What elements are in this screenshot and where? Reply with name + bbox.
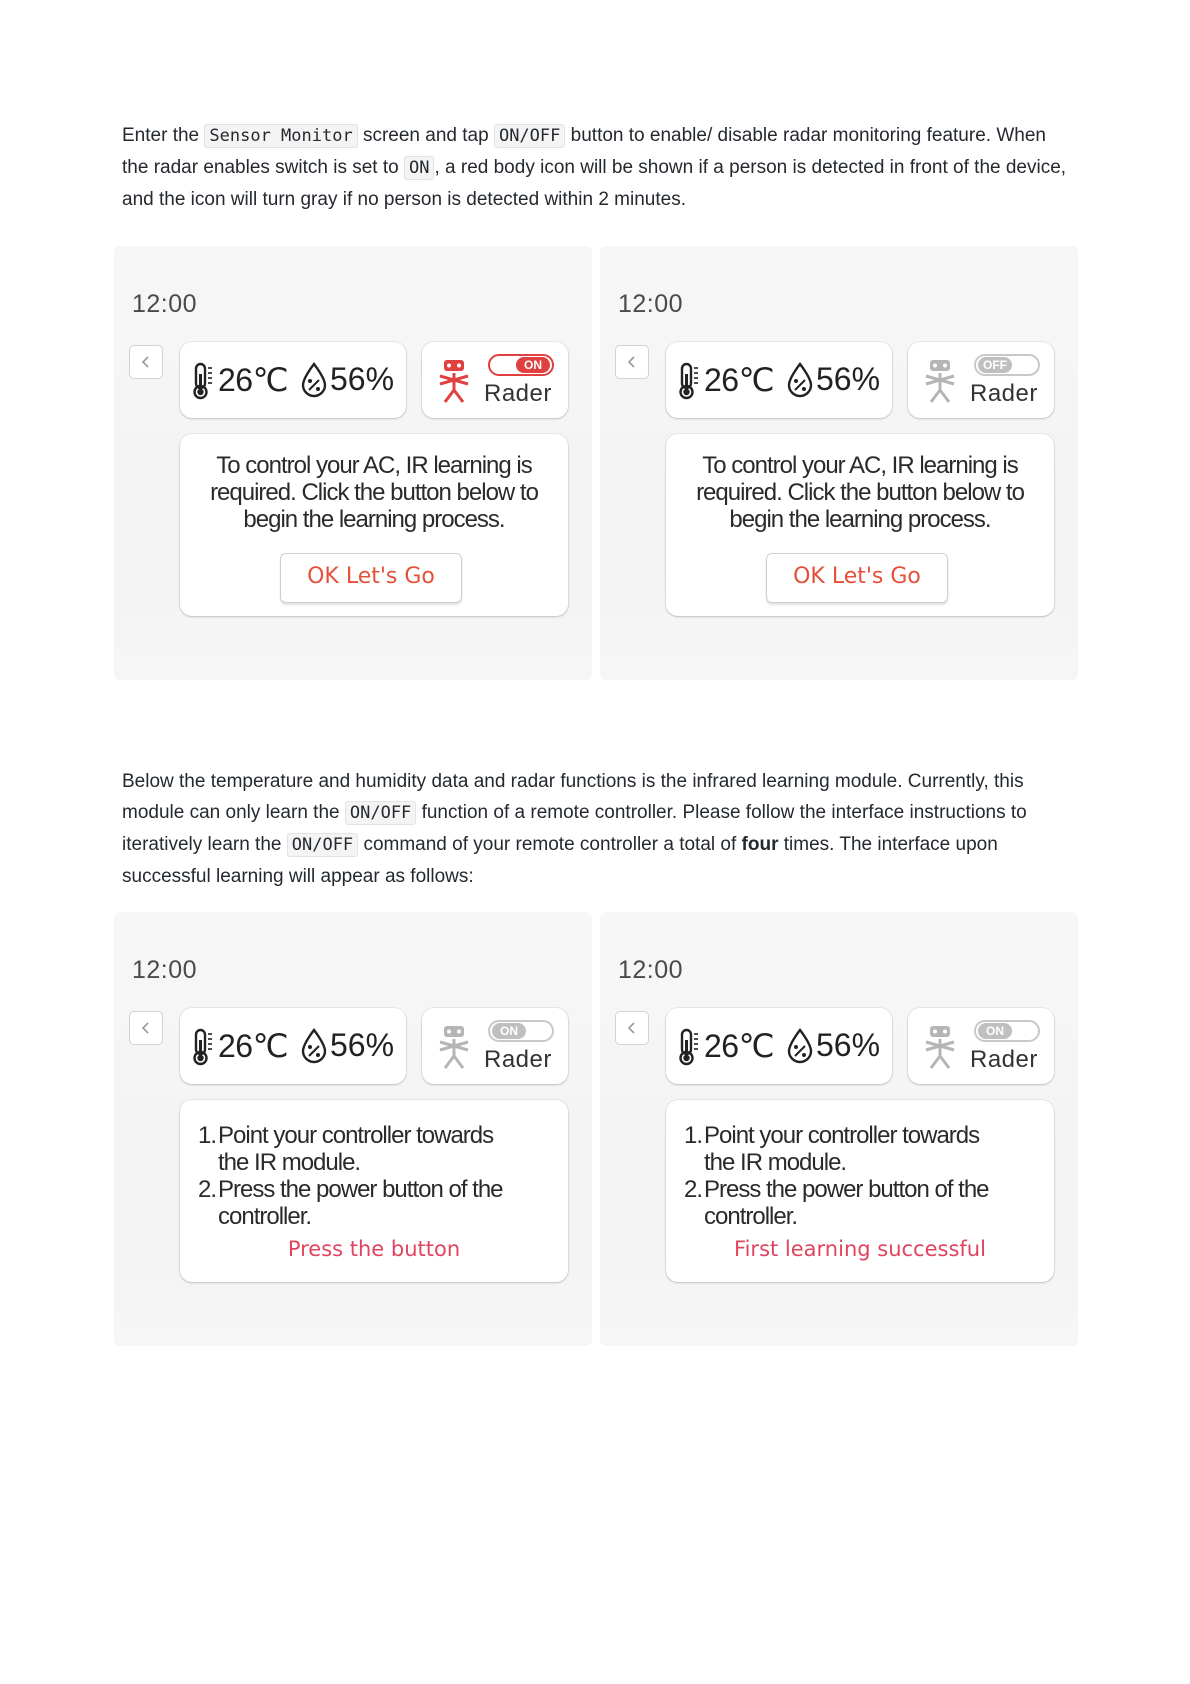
person-undetected-icon <box>439 1026 469 1069</box>
emphasis-four: four <box>741 834 779 855</box>
step-text: Point your controller towards <box>704 1122 980 1149</box>
radar-card[interactable]: OFF Rader <box>908 342 1054 418</box>
step-item: 1.Point your controller towards the IR mo… <box>684 1122 1046 1176</box>
radar-card[interactable]: ON Rader <box>422 1008 568 1084</box>
clock-time: 12:00 <box>618 956 684 984</box>
step-text: the IR module. <box>704 1149 847 1176</box>
humidity-value: 56% <box>330 361 395 397</box>
step-text: controller. <box>218 1203 312 1230</box>
radar-label: Rader <box>484 380 552 407</box>
radar-label: Rader <box>970 380 1038 407</box>
clock-time: 12:00 <box>132 290 198 318</box>
code-on: ON <box>403 156 435 180</box>
radar-toggle[interactable]: ON <box>488 354 554 376</box>
ir-learning-card: 1.Point your controller towards the IR mo… <box>666 1100 1054 1282</box>
humidity-value: 56% <box>816 1027 881 1063</box>
humidity-drop-icon <box>301 1028 327 1064</box>
humidity-drop-icon <box>787 1028 813 1064</box>
person-undetected-icon <box>925 1026 955 1069</box>
toggle-label: ON <box>516 357 550 373</box>
code-sensor-monitor: Sensor Monitor <box>204 124 358 148</box>
step-number: 1. <box>684 1122 703 1149</box>
device-screen-learning-success: 12:00 26℃ 56% ON Rader 1.Point your cont… <box>600 912 1078 1346</box>
humidity-value: 56% <box>330 1027 395 1063</box>
back-button[interactable] <box>615 345 649 379</box>
thermometer-icon <box>679 362 698 400</box>
ok-lets-go-button[interactable]: OK Let's Go <box>280 553 462 603</box>
toggle-label: ON <box>492 1023 526 1039</box>
chevron-left-icon <box>141 1022 149 1034</box>
learning-paragraph: Below the temperature and humidity data … <box>122 766 1072 892</box>
device-screen-radar-on: 12:00 26℃ 56% ON Rader To control your A… <box>114 246 592 680</box>
code-on-off: ON/OFF <box>344 801 417 825</box>
step-item: 2.Press the power button of the controlle… <box>684 1176 1046 1230</box>
humidity-drop-icon <box>787 362 813 398</box>
text: command of your remote controller a tota… <box>363 834 737 855</box>
temperature-value: 26℃ <box>704 362 775 398</box>
radar-label: Rader <box>970 1046 1038 1073</box>
radar-toggle[interactable]: OFF <box>974 354 1040 376</box>
step-text: controller. <box>704 1203 798 1230</box>
person-detected-icon <box>439 360 469 403</box>
step-text: Press the power button of the <box>218 1176 504 1203</box>
step-item: 1.Point your controller towards the IR mo… <box>198 1122 560 1176</box>
humidity-value: 56% <box>816 361 881 397</box>
climate-card: 26℃ 56% <box>666 342 892 418</box>
figure-radar-toggle: 12:00 26℃ 56% ON Rader To control your A… <box>114 246 1080 680</box>
person-undetected-icon <box>925 360 955 403</box>
temperature-value: 26℃ <box>218 1028 289 1064</box>
ir-learning-card: 1.Point your controller towards the IR mo… <box>180 1100 568 1282</box>
chevron-left-icon <box>627 1022 635 1034</box>
text: Enter the <box>122 125 200 146</box>
toggle-label: OFF <box>978 357 1012 373</box>
temperature-value: 26℃ <box>704 1028 775 1064</box>
step-number: 1. <box>198 1122 217 1149</box>
learning-status-text: Press the button <box>287 1237 461 1261</box>
ir-learning-card: To control your AC, IR learning is requi… <box>666 434 1054 616</box>
thermometer-icon <box>193 1028 212 1066</box>
chevron-left-icon <box>141 356 149 368</box>
device-screen-learning-step: 12:00 26℃ 56% ON Rader 1.Point your cont… <box>114 912 592 1346</box>
radar-toggle[interactable]: ON <box>488 1020 554 1042</box>
radar-card[interactable]: ON Rader <box>908 1008 1054 1084</box>
figure-ir-learning: 12:00 26℃ 56% ON Rader 1.Point your cont… <box>114 912 1080 1346</box>
ok-lets-go-button[interactable]: OK Let's Go <box>766 553 948 603</box>
step-text: Press the power button of the <box>704 1176 990 1203</box>
back-button[interactable] <box>129 345 163 379</box>
step-text: Point your controller towards <box>218 1122 494 1149</box>
ir-prompt-text: To control your AC, IR learning is requi… <box>696 452 1025 533</box>
step-item: 2.Press the power button of the controlle… <box>198 1176 560 1230</box>
temperature-value: 26℃ <box>218 362 289 398</box>
radar-toggle[interactable]: ON <box>974 1020 1040 1042</box>
toggle-label: ON <box>978 1023 1012 1039</box>
thermometer-icon <box>193 362 212 400</box>
back-button[interactable] <box>129 1011 163 1045</box>
device-screen-radar-off: 12:00 26℃ 56% OFF Rader To control your … <box>600 246 1078 680</box>
learning-steps: 1.Point your controller towards the IR mo… <box>684 1122 1046 1230</box>
intro-paragraph: Enter the Sensor Monitor screen and tap … <box>122 120 1072 215</box>
learning-steps: 1.Point your controller towards the IR mo… <box>198 1122 560 1230</box>
learning-status-text: First learning successful <box>734 1237 986 1261</box>
humidity-drop-icon <box>301 362 327 398</box>
step-text: the IR module. <box>218 1149 361 1176</box>
chevron-left-icon <box>627 356 635 368</box>
back-button[interactable] <box>615 1011 649 1045</box>
clock-time: 12:00 <box>618 290 684 318</box>
ir-learning-card: To control your AC, IR learning is requi… <box>180 434 568 616</box>
text: screen and tap <box>362 125 489 146</box>
climate-card: 26℃ 56% <box>180 1008 406 1084</box>
radar-card[interactable]: ON Rader <box>422 342 568 418</box>
radar-label: Rader <box>484 1046 552 1073</box>
code-on-off: ON/OFF <box>286 833 359 857</box>
step-number: 2. <box>198 1176 217 1203</box>
climate-card: 26℃ 56% <box>666 1008 892 1084</box>
step-number: 2. <box>684 1176 703 1203</box>
code-on-off: ON/OFF <box>493 124 566 148</box>
thermometer-icon <box>679 1028 698 1066</box>
ir-prompt-text: To control your AC, IR learning is requi… <box>210 452 539 533</box>
clock-time: 12:00 <box>132 956 198 984</box>
climate-card: 26℃ 56% <box>180 342 406 418</box>
